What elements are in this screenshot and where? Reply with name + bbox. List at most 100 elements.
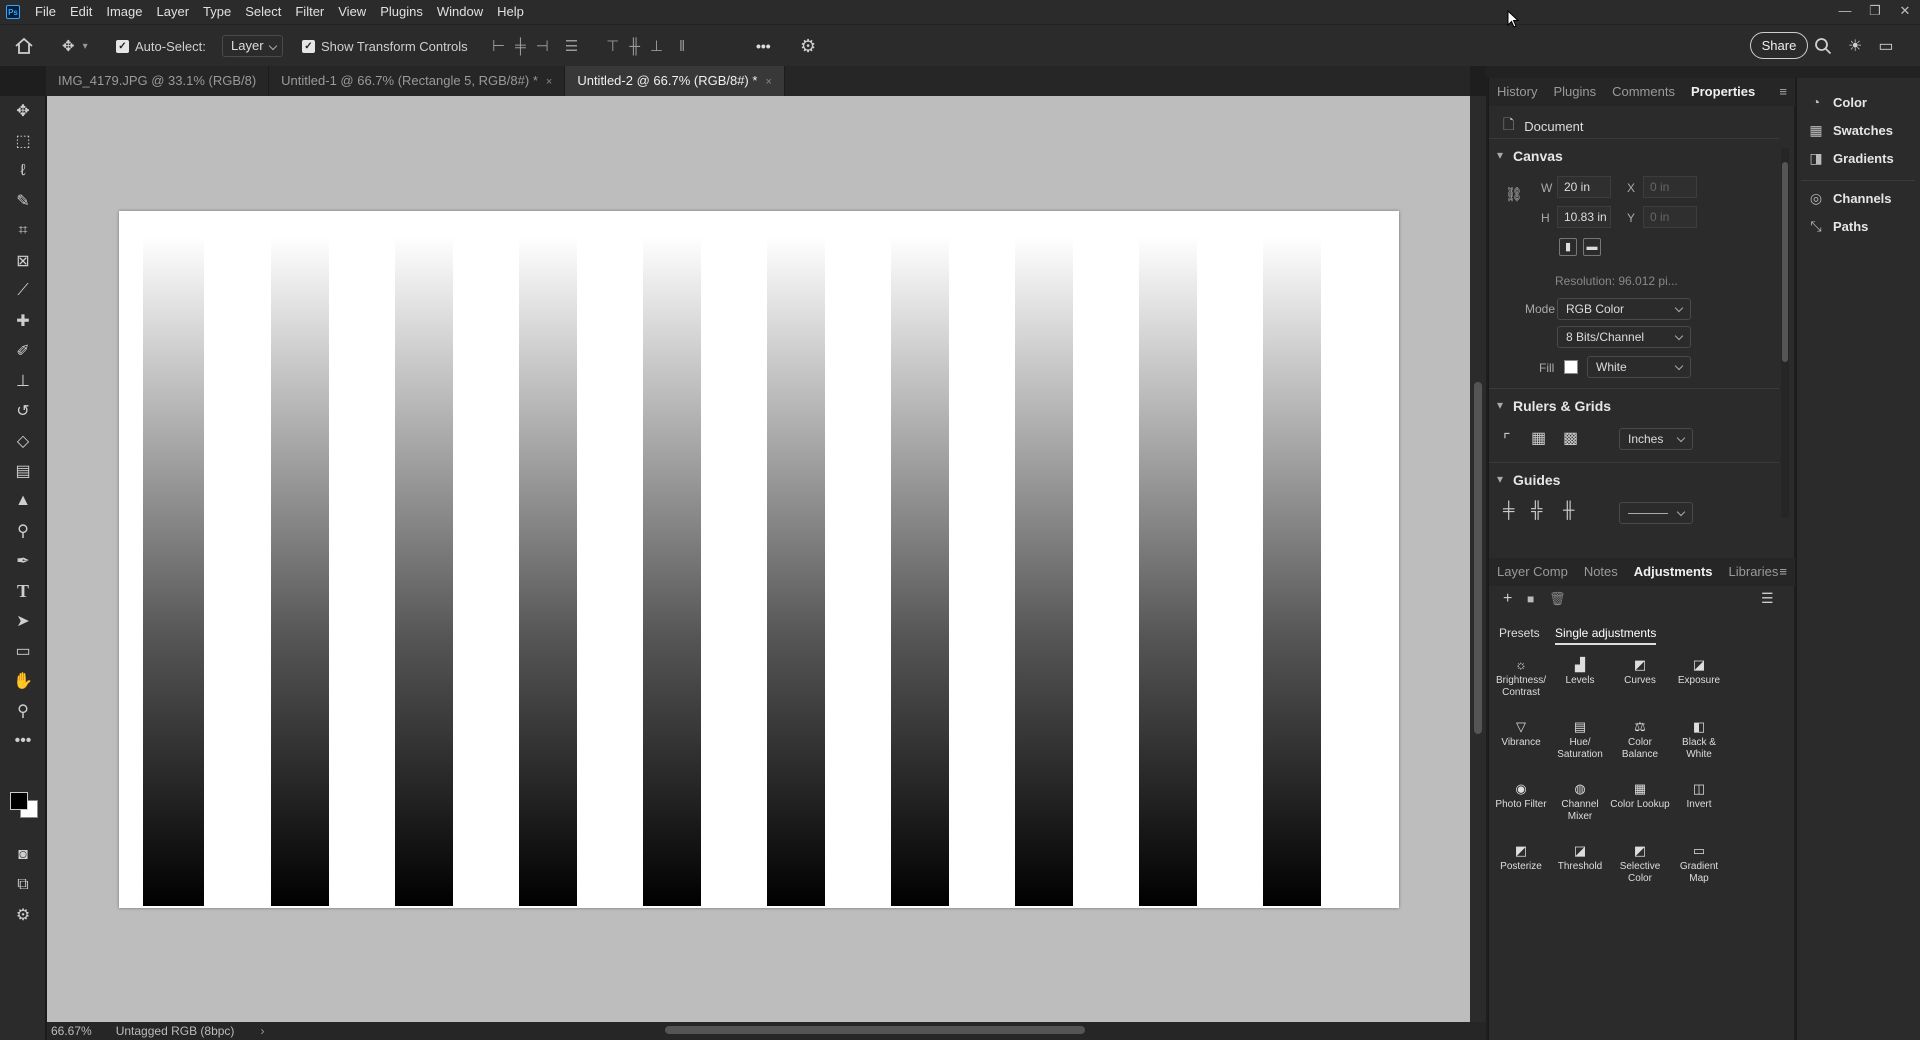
foreground-color-swatch[interactable] bbox=[10, 792, 28, 810]
menu-plugins[interactable]: Plugins bbox=[373, 0, 430, 24]
marquee-tool-icon[interactable]: ⬚ bbox=[8, 128, 38, 154]
lasso-tool-icon[interactable]: ℓ bbox=[8, 158, 38, 184]
menu-edit[interactable]: Edit bbox=[63, 0, 99, 24]
grid-icon[interactable]: ▦ bbox=[1531, 428, 1546, 448]
adj-levels[interactable]: ▟ Levels bbox=[1550, 658, 1610, 687]
eraser-tool-icon[interactable]: ◇ bbox=[8, 428, 38, 454]
guides-section-title[interactable]: Guides bbox=[1497, 472, 1561, 488]
vertical-scroll-thumb[interactable] bbox=[1474, 382, 1482, 734]
restore-icon[interactable]: ❐ bbox=[1860, 0, 1890, 24]
adj-curves[interactable]: ◩ Curves bbox=[1610, 658, 1670, 687]
menu-view[interactable]: View bbox=[331, 0, 373, 24]
stamp-tool-icon[interactable]: ⊥ bbox=[8, 368, 38, 394]
menu-window[interactable]: Window bbox=[430, 0, 490, 24]
distribute-h-icon[interactable]: ‖ bbox=[679, 38, 685, 55]
menu-file[interactable]: File bbox=[28, 0, 63, 24]
adj-brightness-contrast[interactable]: ☼ Brightness/ Contrast bbox=[1491, 658, 1551, 699]
healing-brush-tool-icon[interactable]: ✚ bbox=[8, 308, 38, 334]
pen-tool-icon[interactable]: ✒ bbox=[8, 548, 38, 574]
subtab-single-adjustments[interactable]: Single adjustments bbox=[1555, 626, 1657, 645]
units-dropdown[interactable]: Inches bbox=[1619, 428, 1693, 450]
eyedropper-tool-icon[interactable]: ⟋ bbox=[8, 278, 38, 304]
menu-image[interactable]: Image bbox=[99, 0, 149, 24]
gradient-tool-icon[interactable]: ▤ bbox=[8, 458, 38, 484]
frame-tool-icon[interactable]: ⊠ bbox=[8, 248, 38, 274]
tab-properties[interactable]: Properties bbox=[1683, 78, 1763, 106]
transform-controls-checkbox[interactable]: ✓ Show Transform Controls bbox=[302, 25, 468, 67]
portrait-orientation-icon[interactable]: ▮ bbox=[1559, 238, 1577, 256]
menu-help[interactable]: Help bbox=[490, 0, 531, 24]
adj-selective-color[interactable]: ◩ Selective Color bbox=[1610, 844, 1670, 885]
adj-invert[interactable]: ◫ Invert bbox=[1669, 782, 1729, 811]
width-field[interactable]: 20 in bbox=[1557, 176, 1611, 198]
panel-menu-icon[interactable]: ≡ bbox=[1779, 78, 1787, 106]
folder-icon[interactable]: ■ bbox=[1527, 592, 1534, 606]
align-left-icon[interactable]: ⊢ bbox=[492, 37, 505, 55]
search-icon[interactable] bbox=[1814, 37, 1832, 55]
dock-swatches[interactable]: ▦ Swatches bbox=[1807, 122, 1893, 139]
menu-filter[interactable]: Filter bbox=[288, 0, 331, 24]
tab-libraries[interactable]: Libraries bbox=[1721, 558, 1787, 586]
ruler-icon[interactable]: ⌜ bbox=[1503, 430, 1511, 450]
history-brush-tool-icon[interactable]: ↺ bbox=[8, 398, 38, 424]
smart-guides-icon[interactable]: ╫ bbox=[1563, 502, 1574, 520]
tab-img-4179[interactable]: IMG_4179.JPG @ 33.1% (RGB/8) bbox=[46, 66, 270, 96]
lock-guides-icon[interactable]: ╬ bbox=[1531, 502, 1542, 520]
add-icon[interactable]: + bbox=[1503, 590, 1512, 608]
rectangle-tool-icon[interactable]: ▭ bbox=[8, 638, 38, 664]
gear-icon[interactable]: ⚙ bbox=[800, 36, 816, 57]
color-mode-dropdown[interactable]: RGB Color bbox=[1557, 298, 1691, 320]
properties-scroll-thumb[interactable] bbox=[1782, 162, 1788, 362]
menu-select[interactable]: Select bbox=[238, 0, 288, 24]
dock-channels[interactable]: ◎ Channels bbox=[1807, 190, 1892, 207]
trash-icon[interactable]: 🗑 bbox=[1549, 591, 1566, 607]
auto-select-checkbox[interactable]: ✓ Auto-Select: bbox=[116, 25, 206, 67]
document-canvas[interactable] bbox=[119, 211, 1399, 908]
panel-menu-icon[interactable]: ≡ bbox=[1779, 558, 1787, 586]
rulers-grids-section-title[interactable]: Rulers & Grids bbox=[1497, 398, 1611, 414]
tab-close-icon[interactable]: × bbox=[546, 76, 552, 88]
align-right-icon[interactable]: ⊣ bbox=[536, 37, 549, 55]
adj-color-lookup[interactable]: ▦ Color Lookup bbox=[1610, 782, 1670, 811]
blur-tool-icon[interactable]: ▲ bbox=[8, 488, 38, 514]
dock-gradients[interactable]: ◨ Gradients bbox=[1807, 150, 1893, 167]
crop-tool-icon[interactable]: ⌗ bbox=[8, 218, 38, 244]
close-icon[interactable]: ✕ bbox=[1890, 0, 1920, 24]
tab-untitled-2[interactable]: Untitled-2 @ 66.7% (RGB/8#) * × bbox=[565, 66, 785, 96]
align-bottom-icon[interactable]: ⊥ bbox=[650, 37, 663, 55]
adj-hue-saturation[interactable]: ▤ Hue/ Saturation bbox=[1550, 720, 1610, 761]
tab-plugins[interactable]: Plugins bbox=[1545, 78, 1604, 106]
path-select-tool-icon[interactable]: ➤ bbox=[8, 608, 38, 634]
minimize-icon[interactable]: — bbox=[1830, 0, 1860, 24]
auto-select-dropdown[interactable]: Layer bbox=[222, 35, 283, 57]
tab-close-icon[interactable]: × bbox=[765, 76, 771, 88]
adj-threshold[interactable]: ◪ Threshold bbox=[1550, 844, 1610, 873]
move-tool-preset[interactable]: ✥ ▾ bbox=[62, 25, 88, 67]
bit-depth-dropdown[interactable]: 8 Bits/Channel bbox=[1557, 326, 1691, 348]
adj-black-white[interactable]: ◧ Black & White bbox=[1669, 720, 1729, 761]
workspace-icon[interactable]: ▭ bbox=[1878, 36, 1893, 56]
color-swatches[interactable] bbox=[6, 788, 40, 832]
dock-color[interactable]: ◔ Color bbox=[1807, 94, 1867, 110]
adj-posterize[interactable]: ◩ Posterize bbox=[1491, 844, 1551, 873]
y-field[interactable]: 0 in bbox=[1643, 206, 1697, 228]
home-button[interactable] bbox=[14, 25, 34, 67]
lightbulb-icon[interactable]: ☀ bbox=[1848, 36, 1862, 56]
guide-style-dropdown[interactable] bbox=[1619, 502, 1693, 524]
menu-type[interactable]: Type bbox=[196, 0, 238, 24]
zoom-tool-icon[interactable]: ⚲ bbox=[8, 698, 38, 724]
brush-tool-icon[interactable]: ✐ bbox=[8, 338, 38, 364]
type-tool-icon[interactable]: T bbox=[8, 578, 38, 604]
adj-photo-filter[interactable]: ◉ Photo Filter bbox=[1491, 782, 1551, 811]
tab-history[interactable]: History bbox=[1489, 78, 1545, 106]
canvas-section-title[interactable]: Canvas bbox=[1497, 148, 1563, 164]
more-options-icon[interactable]: ••• bbox=[756, 38, 771, 54]
align-center-h-icon[interactable]: ╪ bbox=[515, 38, 526, 55]
quick-mask-icon[interactable]: ◙ bbox=[8, 842, 38, 868]
align-middle-v-icon[interactable]: ╫ bbox=[629, 38, 640, 55]
quick-select-tool-icon[interactable]: ✎ bbox=[8, 188, 38, 214]
tab-notes[interactable]: Notes bbox=[1576, 558, 1626, 586]
generative-icon[interactable]: ⚙ bbox=[8, 902, 38, 928]
fill-dropdown[interactable]: White bbox=[1587, 356, 1691, 378]
menu-layer[interactable]: Layer bbox=[150, 0, 197, 24]
